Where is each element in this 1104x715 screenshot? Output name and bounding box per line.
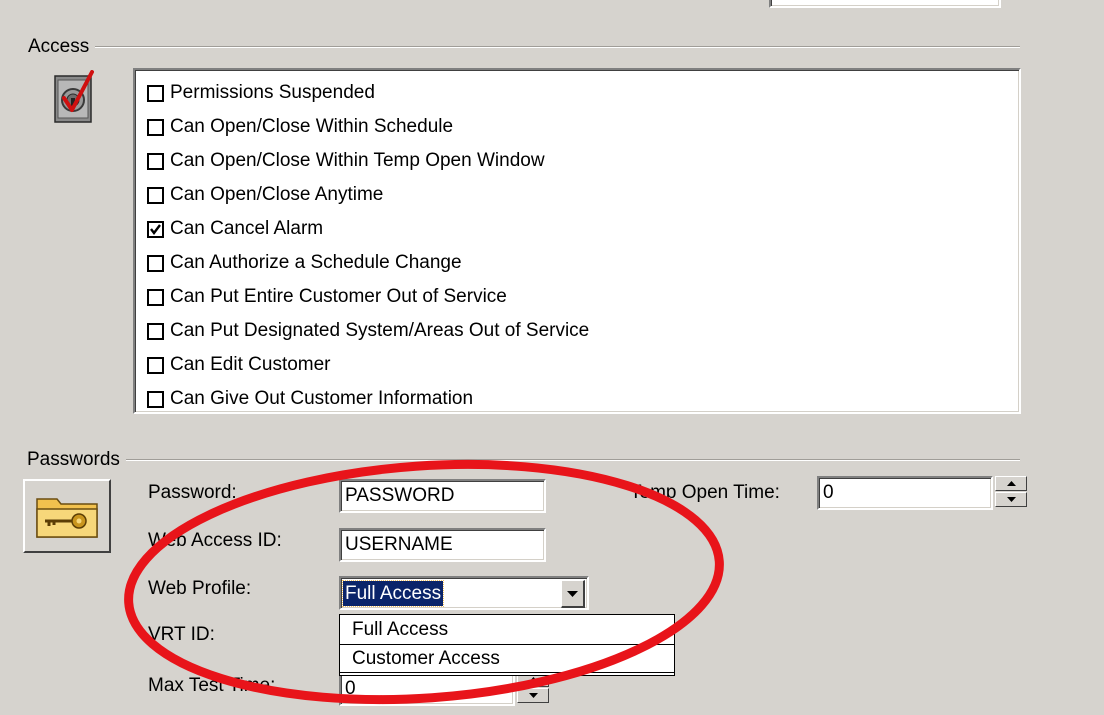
- permission-item[interactable]: Can Put Entire Customer Out of Service: [135, 280, 1019, 314]
- passwords-group-title: Passwords: [27, 449, 126, 471]
- vrt-id-label: VRT ID:: [148, 624, 215, 645]
- permission-item[interactable]: Permissions Suspended: [135, 76, 1019, 110]
- checkbox[interactable]: [147, 152, 164, 170]
- checkbox[interactable]: [147, 220, 164, 238]
- permission-item[interactable]: Can Give Out Customer Information: [135, 382, 1019, 416]
- access-group-title: Access: [28, 36, 96, 58]
- permission-label: Can Give Out Customer Information: [170, 388, 474, 409]
- max-test-time-field[interactable]: 0: [339, 672, 515, 706]
- permission-item[interactable]: Can Open/Close Within Schedule: [135, 110, 1019, 144]
- spin-down-button[interactable]: [517, 688, 549, 703]
- permission-item[interactable]: Can Open/Close Within Temp Open Window: [135, 144, 1019, 178]
- permission-label: Can Authorize a Schedule Change: [170, 252, 462, 273]
- temp-open-time-field[interactable]: 0: [817, 476, 993, 510]
- permission-label: Can Put Designated System/Areas Out of S…: [170, 320, 590, 341]
- spin-up-button[interactable]: [995, 476, 1027, 491]
- access-group-divider: [30, 46, 1020, 48]
- top-partial-field: [769, 0, 1001, 8]
- spin-down-button[interactable]: [995, 492, 1027, 507]
- web-profile-selected-value: Full Access: [341, 580, 445, 607]
- permission-item[interactable]: Can Cancel Alarm: [135, 212, 1019, 246]
- web-profile-dropdown-list[interactable]: Full Access Customer Access: [339, 614, 675, 676]
- checkbox[interactable]: [147, 186, 164, 204]
- temp-open-time-label: Temp Open Time:: [630, 482, 780, 503]
- permission-item[interactable]: Can Edit Customer: [135, 348, 1019, 382]
- permission-item[interactable]: Can Authorize a Schedule Change: [135, 246, 1019, 280]
- password-label: Password:: [148, 482, 237, 503]
- checkbox[interactable]: [147, 390, 164, 408]
- passwords-group-divider: [30, 459, 1020, 461]
- permission-label: Can Open/Close Within Temp Open Window: [170, 150, 545, 171]
- checkbox[interactable]: [147, 84, 164, 102]
- permissions-list[interactable]: Permissions Suspended Can Open/Close Wit…: [133, 68, 1021, 414]
- web-profile-select[interactable]: Full Access: [339, 576, 589, 610]
- dropdown-option[interactable]: Customer Access: [340, 644, 674, 673]
- checkbox[interactable]: [147, 322, 164, 340]
- key-folder-icon[interactable]: [23, 479, 111, 553]
- permission-label: Can Edit Customer: [170, 354, 331, 375]
- chevron-down-icon[interactable]: [561, 580, 585, 608]
- permission-label: Can Open/Close Within Schedule: [170, 116, 454, 137]
- web-profile-label: Web Profile:: [148, 578, 252, 599]
- permission-label: Permissions Suspended: [170, 82, 375, 103]
- permission-item[interactable]: Can Put Designated System/Areas Out of S…: [135, 314, 1019, 348]
- permission-label: Can Cancel Alarm: [170, 218, 324, 239]
- lock-check-icon: [54, 70, 94, 126]
- permission-label: Can Open/Close Anytime: [170, 184, 384, 205]
- permission-label: Can Put Entire Customer Out of Service: [170, 286, 507, 307]
- checkbox[interactable]: [147, 356, 164, 374]
- checkbox[interactable]: [147, 288, 164, 306]
- max-test-time-spinner[interactable]: [517, 672, 549, 704]
- dropdown-option[interactable]: Full Access: [340, 615, 674, 644]
- checkbox[interactable]: [147, 254, 164, 272]
- checkbox[interactable]: [147, 118, 164, 136]
- permission-item[interactable]: Can Open/Close Anytime: [135, 178, 1019, 212]
- password-field[interactable]: PASSWORD: [339, 479, 546, 513]
- web-access-id-label: Web Access ID:: [148, 530, 282, 551]
- web-access-id-field[interactable]: USERNAME: [339, 528, 546, 562]
- max-test-time-label: Max Test Time:: [148, 675, 276, 696]
- temp-open-time-spinner[interactable]: [995, 476, 1027, 508]
